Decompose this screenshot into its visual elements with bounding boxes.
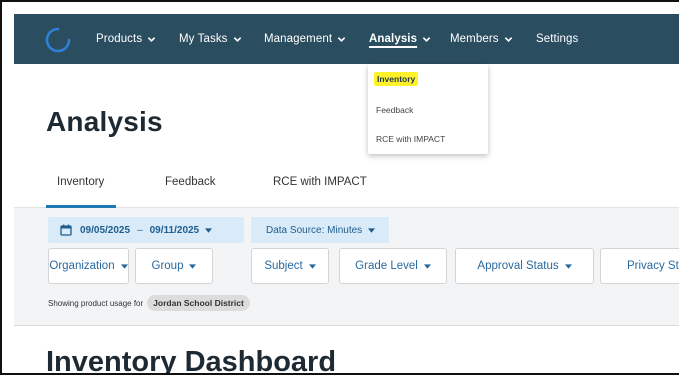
date-start: 09/05/2025 — [80, 224, 131, 236]
caret-down-icon — [564, 263, 572, 269]
date-end: 09/11/2025 — [149, 224, 200, 236]
top-nav: Products My Tasks Management Analysis Me… — [14, 14, 679, 64]
filter-label: Subject — [264, 260, 303, 272]
tab-inventory[interactable]: Inventory — [57, 176, 104, 188]
data-source-label: Data Source: Minutes — [266, 224, 363, 236]
nav-item-label: Products — [96, 33, 143, 45]
menu-item-rce-with-impact[interactable]: RCE with IMPACT — [376, 134, 445, 144]
grade-level-filter-button[interactable]: Grade Level — [339, 248, 447, 284]
filter-label: Group — [151, 260, 184, 272]
dashboard-title: Inventory Dashboard — [46, 346, 337, 375]
data-source-selector[interactable]: Data Source: Minutes — [251, 217, 389, 243]
menu-item-inventory[interactable]: Inventory — [374, 72, 419, 86]
calendar-icon — [60, 224, 72, 236]
date-range-picker[interactable]: 09/05/2025 – 09/11/2025 — [48, 217, 244, 243]
tab-feedback[interactable]: Feedback — [165, 176, 216, 188]
filter-label: Organization — [49, 260, 115, 272]
nav-item-label: Settings — [536, 33, 579, 45]
nav-item-management[interactable]: Management — [264, 14, 346, 64]
district-badge: Jordan School District — [147, 295, 250, 311]
nav-item-label: Management — [264, 33, 333, 45]
caret-down-icon — [308, 263, 316, 269]
chevron-down-icon — [422, 36, 431, 42]
showing-label: Showing product usage for — [48, 298, 144, 308]
usage-scope-line: Showing product usage for Jordan School … — [48, 294, 250, 312]
group-filter-button[interactable]: Group — [135, 248, 213, 284]
filter-label: Approval Status — [477, 260, 559, 272]
nav-item-my-tasks[interactable]: My Tasks — [179, 14, 242, 64]
tab-bar: Inventory Feedback RCE with IMPACT — [14, 164, 679, 208]
nav-item-label: Analysis — [369, 33, 418, 45]
caret-down-icon — [120, 263, 128, 269]
filter-label: Privacy Sta — [627, 260, 679, 272]
caret-down-icon — [368, 227, 376, 233]
date-separator: – — [137, 224, 143, 236]
caret-down-icon — [205, 227, 213, 233]
chevron-down-icon — [337, 36, 346, 42]
menu-item-feedback[interactable]: Feedback — [376, 105, 413, 115]
subject-filter-button[interactable]: Subject — [251, 248, 329, 284]
nav-item-analysis[interactable]: Analysis — [369, 14, 431, 64]
nav-item-members[interactable]: Members — [450, 14, 513, 64]
nav-item-label: My Tasks — [179, 33, 228, 45]
nav-item-products[interactable]: Products — [96, 14, 156, 64]
chevron-down-icon — [504, 36, 512, 42]
caret-down-icon — [189, 263, 197, 269]
page-title: Analysis — [46, 106, 163, 137]
tab-rce-with-impact[interactable]: RCE with IMPACT — [273, 176, 367, 188]
app-frame: Products My Tasks Management Analysis Me… — [0, 0, 679, 375]
organization-filter-button[interactable]: Organization — [48, 248, 129, 284]
chevron-down-icon — [147, 36, 156, 42]
approval-status-filter-button[interactable]: Approval Status — [455, 248, 594, 284]
filter-label: Grade Level — [355, 260, 418, 272]
privacy-status-filter-button[interactable]: Privacy Sta — [600, 248, 679, 284]
chevron-down-icon — [233, 36, 241, 42]
analysis-dropdown-menu: Inventory Feedback RCE with IMPACT — [368, 64, 488, 154]
app-logo-icon[interactable] — [44, 26, 72, 54]
caret-down-icon — [423, 263, 431, 269]
nav-item-settings[interactable]: Settings — [536, 14, 578, 64]
nav-item-label: Members — [450, 33, 499, 45]
